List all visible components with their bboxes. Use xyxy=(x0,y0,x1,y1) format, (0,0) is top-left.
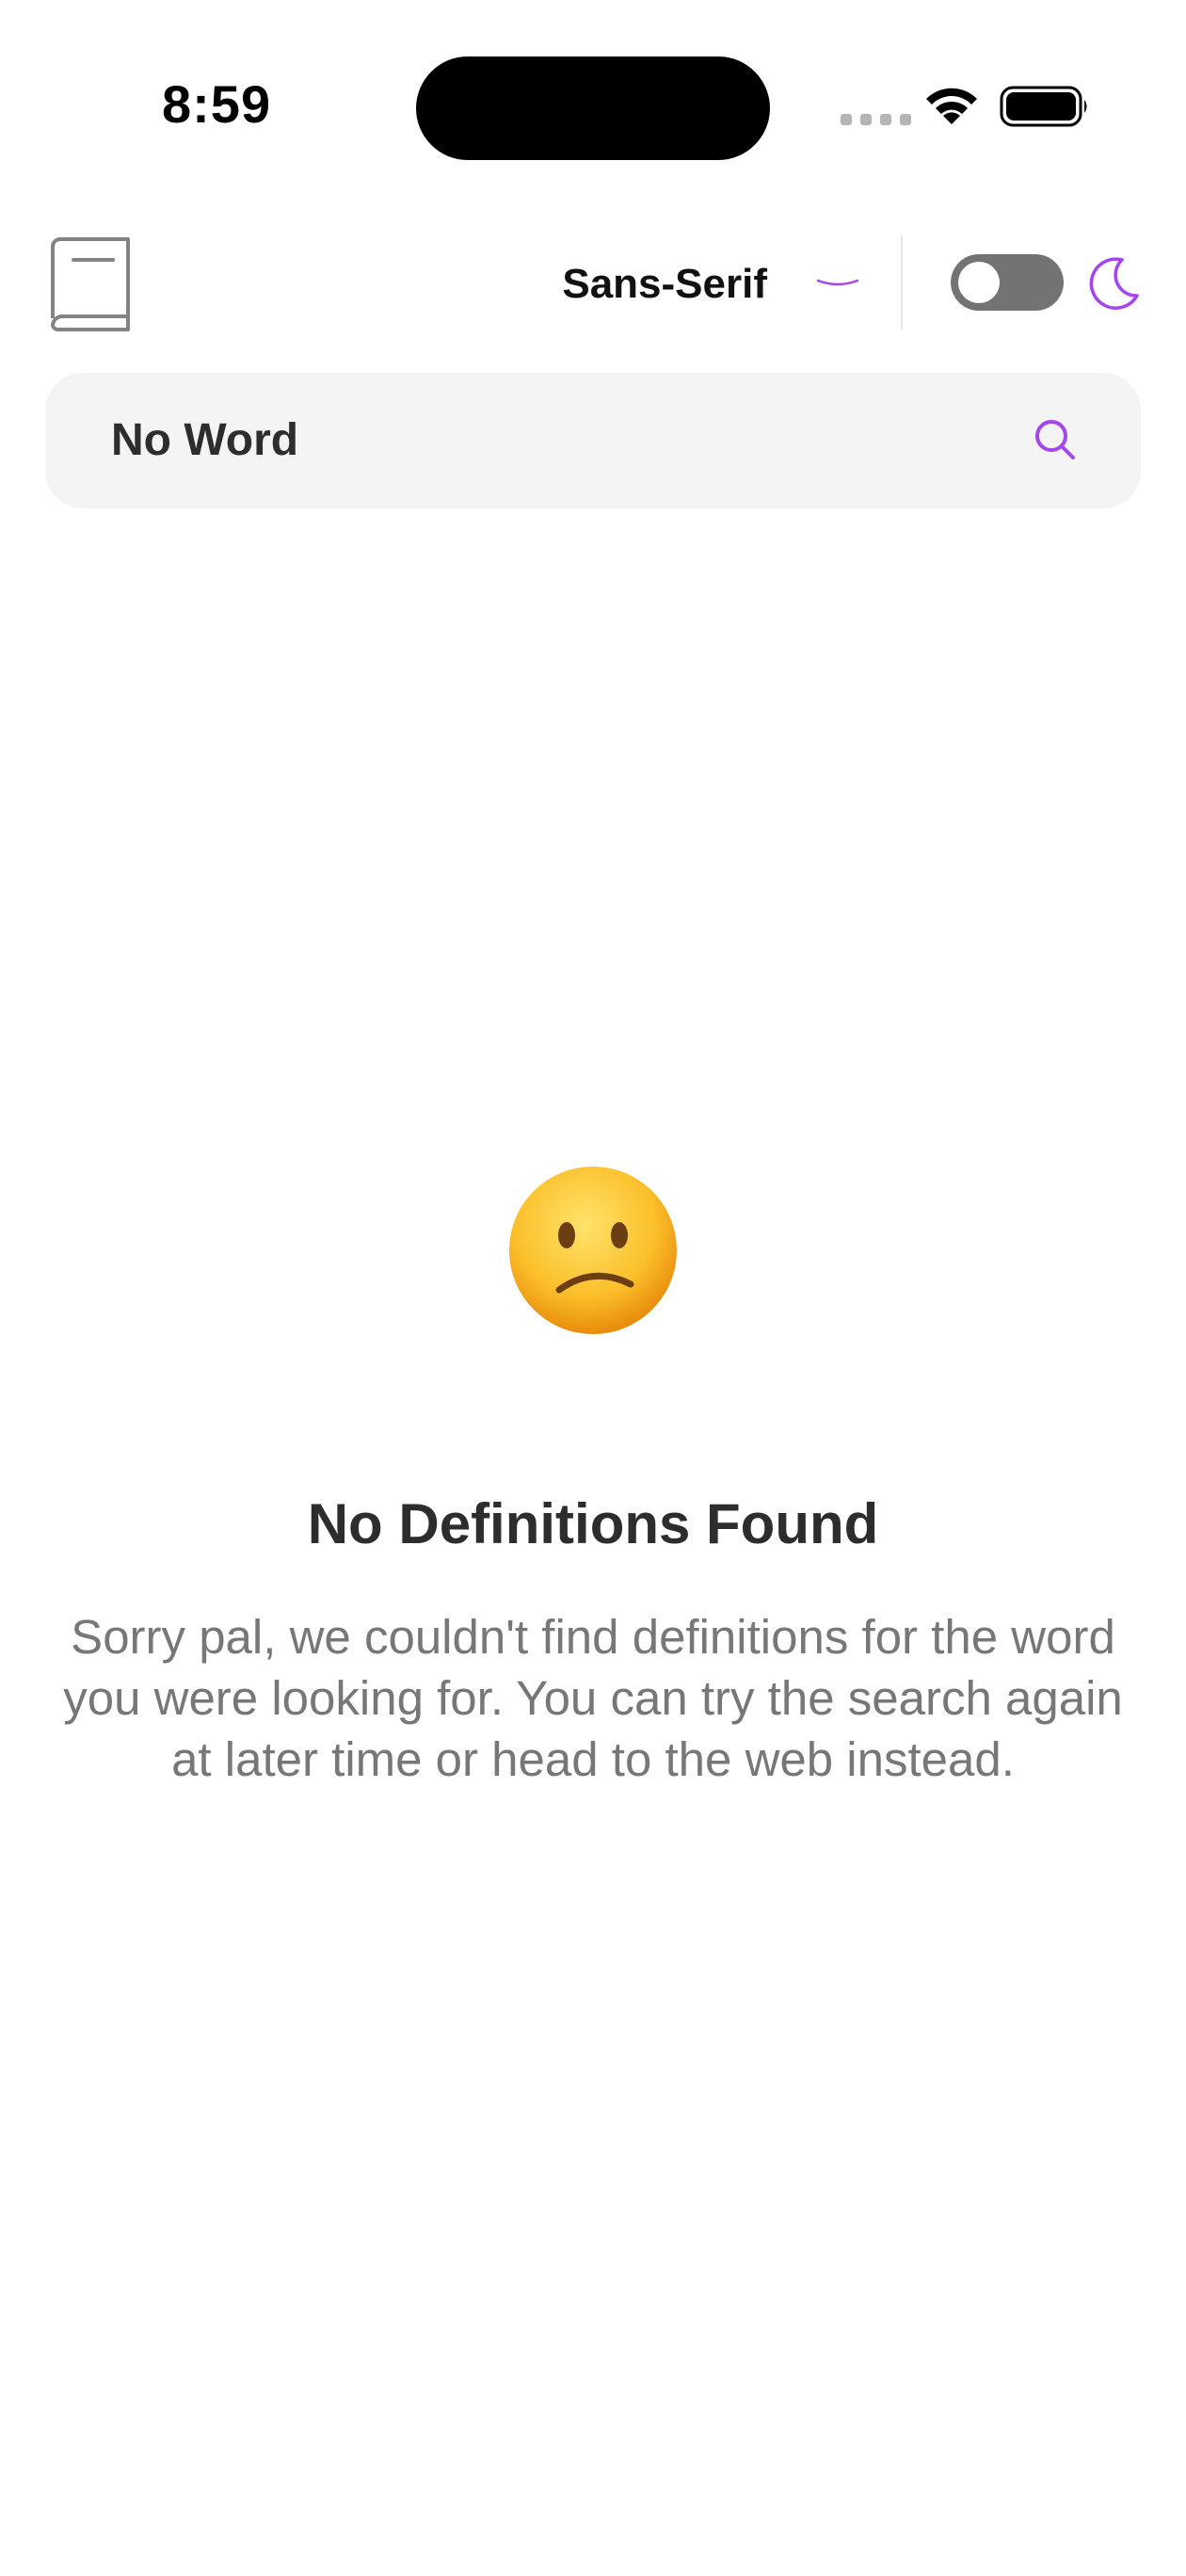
chevron-down-icon xyxy=(816,279,859,286)
dynamic-island xyxy=(416,56,770,160)
font-selector[interactable]: Sans-Serif xyxy=(527,247,859,322)
search-icon[interactable] xyxy=(1028,412,1084,469)
header-divider xyxy=(901,235,903,330)
status-time: 8:59 xyxy=(162,74,272,134)
moon-icon xyxy=(1089,257,1139,310)
confused-face-icon xyxy=(509,1167,677,1334)
book-icon[interactable] xyxy=(47,237,134,331)
font-selector-label: Sans-Serif xyxy=(562,261,767,307)
search-bar xyxy=(45,373,1141,508)
toggle-knob xyxy=(958,262,1000,303)
empty-state-message: Sorry pal, we couldn't find definitions … xyxy=(63,1610,1123,1786)
empty-state-title: No Definitions Found xyxy=(307,1492,879,1555)
dark-mode-toggle[interactable] xyxy=(951,254,1064,311)
wifi-icon xyxy=(926,88,977,124)
signal-dots-icon xyxy=(841,114,911,125)
battery-icon xyxy=(1000,86,1087,127)
search-input[interactable] xyxy=(111,373,958,508)
dictionary-screen: 8:59 Sans-Serif No Word No Definitions F… xyxy=(0,0,1186,2576)
